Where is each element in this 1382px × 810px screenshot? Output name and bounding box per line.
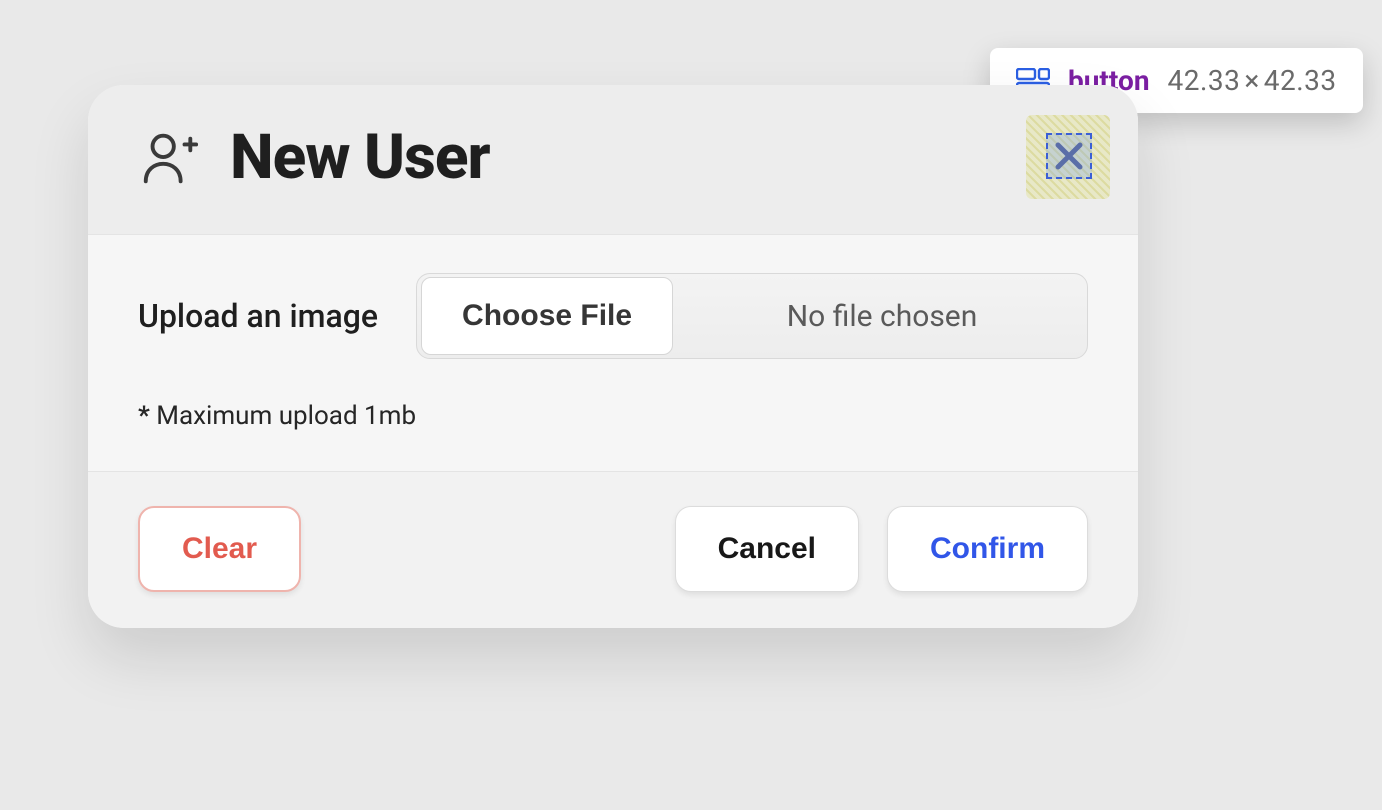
dialog-header: New User <box>88 85 1138 234</box>
file-status-text: No file chosen <box>677 299 1087 334</box>
dialog-body: Upload an image Choose File No file chos… <box>88 234 1138 472</box>
choose-file-button[interactable]: Choose File <box>421 277 673 355</box>
dialog-footer: Clear Cancel Confirm <box>88 472 1138 628</box>
new-user-dialog: New User Upload an image Choose File No … <box>88 85 1138 628</box>
clear-button[interactable]: Clear <box>138 506 301 592</box>
upload-label: Upload an image <box>138 297 378 335</box>
inspector-dimensions: 42.33×42.33 <box>1168 64 1337 97</box>
upload-hint: * Maximum upload 1mb <box>138 401 1088 431</box>
confirm-button[interactable]: Confirm <box>887 506 1088 592</box>
close-button[interactable] <box>1062 121 1104 163</box>
cancel-button[interactable]: Cancel <box>675 506 859 592</box>
file-input[interactable]: Choose File No file chosen <box>416 273 1088 359</box>
dialog-title: New User <box>230 121 490 194</box>
add-user-icon <box>138 127 200 189</box>
upload-row: Upload an image Choose File No file chos… <box>138 273 1088 359</box>
